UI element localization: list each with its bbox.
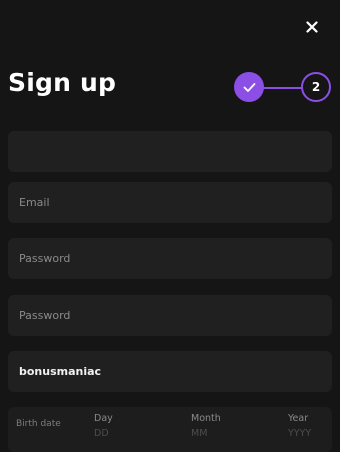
birth-day-label: Day: [94, 413, 113, 424]
first-input-field[interactable]: [8, 131, 332, 172]
birth-day-placeholder: DD: [94, 428, 109, 439]
username-value: bonusmaniac: [19, 365, 102, 378]
birth-month-input[interactable]: Month MM: [191, 411, 221, 441]
password-placeholder: Password: [19, 252, 71, 265]
birth-month-placeholder: MM: [191, 428, 208, 439]
page-title: Sign up: [8, 68, 117, 97]
password-field[interactable]: Password: [8, 238, 332, 279]
close-button[interactable]: [301, 16, 323, 38]
birth-day-input[interactable]: Day DD: [94, 411, 113, 441]
step-connector: [263, 87, 303, 89]
username-field[interactable]: bonusmaniac: [8, 351, 332, 392]
step-1-indicator: [234, 72, 264, 102]
birth-date-field: Birth date Day DD Month MM Year YYYY: [8, 407, 332, 452]
confirm-password-placeholder: Password: [19, 309, 71, 322]
step-2-label: 2: [311, 80, 321, 94]
confirm-password-field[interactable]: Password: [8, 295, 332, 336]
birth-year-placeholder: YYYY: [288, 428, 312, 439]
birth-year-input[interactable]: Year YYYY: [288, 411, 311, 441]
signup-stepper: 2: [234, 72, 334, 104]
birth-date-label: Birth date: [16, 419, 61, 429]
email-field[interactable]: Email: [8, 182, 332, 223]
close-icon: [306, 21, 318, 33]
email-placeholder: Email: [19, 196, 50, 209]
birth-month-label: Month: [191, 413, 221, 424]
checkmark-icon: [243, 82, 255, 92]
step-2-indicator: 2: [301, 72, 331, 102]
birth-year-label: Year: [288, 413, 309, 424]
